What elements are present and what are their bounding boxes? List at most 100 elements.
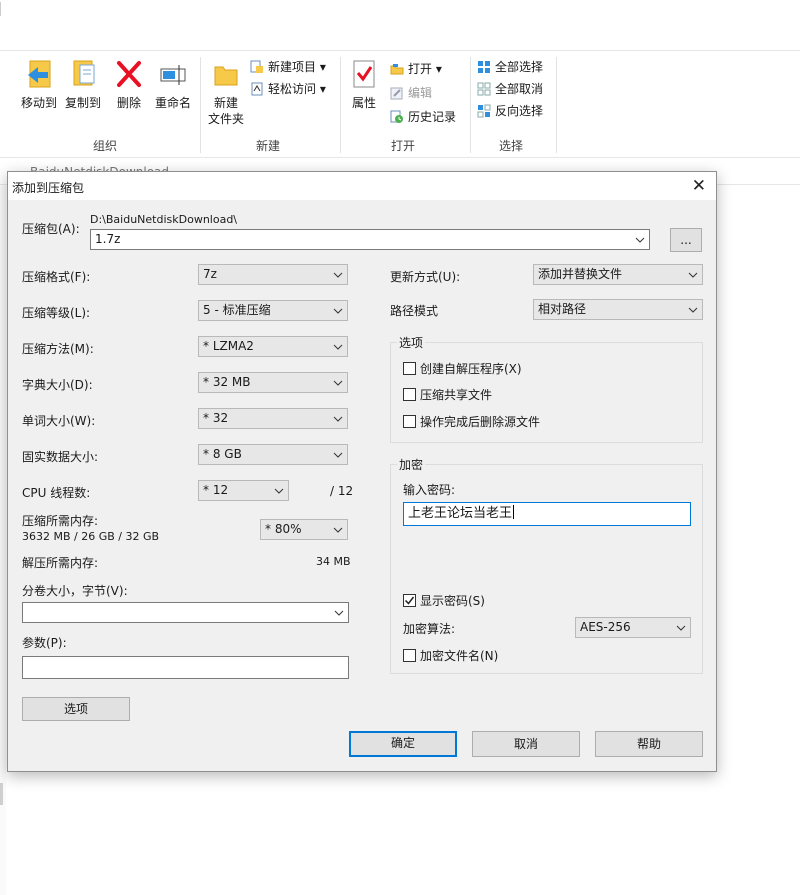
dict-label: 字典大小(D):	[22, 378, 93, 392]
mem-percent-select[interactable]: * 80%	[260, 519, 348, 540]
archive-path: D:\BaiduNetdiskDownload\	[90, 213, 238, 226]
select-none-icon	[477, 82, 491, 96]
chevron-down-icon	[334, 610, 344, 616]
browse-button[interactable]: ...	[670, 228, 702, 252]
checkmark-icon	[404, 596, 415, 605]
new-item-button[interactable]: 新建项目 ▾	[250, 59, 326, 75]
properties-button[interactable]: 属性	[344, 57, 384, 133]
update-label: 更新方式(U):	[390, 270, 461, 284]
copy-to-icon	[73, 60, 95, 86]
format-select[interactable]: 7z	[198, 264, 348, 285]
delete-label: 删除	[116, 96, 141, 110]
ribbon-separator	[200, 57, 201, 153]
solid-value: * 8 GB	[203, 447, 242, 461]
params-label: 参数(P):	[22, 636, 67, 650]
word-select[interactable]: * 32	[198, 408, 348, 429]
open-button[interactable]: 打开 ▾	[390, 61, 442, 77]
dict-select[interactable]: * 32 MB	[198, 372, 348, 393]
split-combobox[interactable]	[22, 602, 349, 623]
copy-to-label: 复制到	[64, 96, 101, 110]
level-value: 5 - 标准压缩	[203, 303, 271, 317]
encryption-group-title: 加密	[397, 456, 426, 473]
window-top-fragment	[0, 2, 8, 16]
params-input[interactable]	[22, 656, 349, 679]
select-all-button[interactable]: 全部选择	[477, 59, 543, 75]
chevron-down-icon	[635, 237, 645, 243]
invert-selection-button[interactable]: 反向选择	[477, 103, 543, 119]
format-value: 7z	[203, 267, 217, 281]
ribbon-separator	[556, 57, 557, 153]
easy-access-button[interactable]: 轻松访问 ▾	[250, 81, 326, 97]
cancel-button[interactable]: 取消	[472, 731, 580, 757]
show-password-checkbox[interactable]: 显示密码(S)	[403, 594, 485, 608]
path-mode-select[interactable]: 相对路径	[533, 299, 703, 320]
threads-label: CPU 线程数:	[22, 486, 91, 500]
chevron-down-icon	[688, 307, 698, 313]
shared-files-label: 压缩共享文件	[420, 388, 493, 402]
move-to-button[interactable]: 移动到	[16, 57, 62, 127]
level-select[interactable]: 5 - 标准压缩	[198, 300, 348, 321]
rename-button[interactable]: 重命名	[150, 57, 196, 127]
solid-select[interactable]: * 8 GB	[198, 444, 348, 465]
encryption-method-value: AES-256	[580, 620, 631, 634]
options-button[interactable]: 选项	[22, 697, 130, 721]
archive-name-value: 1.7z	[95, 232, 121, 246]
password-input[interactable]: 上老王论坛当老王	[403, 502, 691, 526]
method-value: * LZMA2	[203, 339, 254, 353]
explorer-ribbon: 移动到 复制到 删除 重命名 组织 新建 文件夹 新建项目 ▾ 轻松访问 ▾ 新…	[0, 50, 800, 158]
history-icon	[390, 110, 403, 123]
shared-files-checkbox[interactable]: 压缩共享文件	[403, 388, 492, 402]
new-folder-icon	[214, 66, 238, 86]
update-select[interactable]: 添加并替换文件	[533, 264, 703, 285]
method-select[interactable]: * LZMA2	[198, 336, 348, 357]
mem-percent-value: * 80%	[265, 522, 302, 536]
dialog-title: 添加到压缩包	[12, 181, 85, 195]
properties-label: 属性	[351, 96, 376, 110]
show-password-label: 显示密码(S)	[420, 594, 485, 608]
add-to-archive-dialog: 添加到压缩包 ✕ 压缩包(A): D:\BaiduNetdiskDownload…	[7, 171, 717, 772]
update-value: 添加并替换文件	[538, 267, 623, 281]
level-label: 压缩等级(L):	[22, 306, 91, 320]
new-folder-button[interactable]: 新建 文件夹	[204, 57, 248, 133]
encryption-method-label: 加密算法:	[403, 622, 456, 636]
edit-button[interactable]: 编辑	[390, 85, 432, 101]
copy-to-button[interactable]: 复制到	[60, 57, 106, 127]
history-label: 历史记录	[408, 110, 457, 124]
mem-compress-value: 3632 MB / 26 GB / 32 GB	[22, 530, 160, 543]
delete-after-checkbox[interactable]: 操作完成后删除源文件	[403, 415, 540, 429]
ok-button[interactable]: 确定	[349, 731, 457, 757]
select-none-button[interactable]: 全部取消	[477, 81, 543, 97]
path-mode-value: 相对路径	[538, 302, 587, 316]
password-value: 上老王论坛当老王	[408, 506, 513, 521]
left-pane-marker	[0, 783, 3, 805]
new-folder-label-2: 文件夹	[207, 112, 244, 126]
method-label: 压缩方法(M):	[22, 342, 94, 356]
solid-label: 固实数据大小:	[22, 450, 99, 464]
delete-after-label: 操作完成后删除源文件	[420, 415, 541, 429]
encrypt-names-label: 加密文件名(N)	[420, 649, 499, 663]
checkbox-box	[403, 388, 416, 401]
rename-label: 重命名	[154, 96, 191, 110]
chevron-down-icon	[274, 488, 284, 494]
sfx-label: 创建自解压程序(X)	[420, 362, 522, 376]
encryption-groupbox: 加密 输入密码: 上老王论坛当老王 显示密码(S) 加密算法: AES-256 …	[390, 456, 703, 674]
threads-value: * 12	[203, 483, 229, 497]
help-button[interactable]: 帮助	[595, 731, 703, 757]
properties-icon	[353, 60, 375, 88]
window-top-strip	[0, 0, 800, 50]
mem-compress-label: 压缩所需内存:	[22, 514, 99, 528]
encrypt-names-checkbox[interactable]: 加密文件名(N)	[403, 649, 498, 663]
easy-access-icon	[251, 82, 263, 96]
threads-select[interactable]: * 12	[198, 480, 289, 501]
sfx-checkbox[interactable]: 创建自解压程序(X)	[403, 362, 522, 376]
history-button[interactable]: 历史记录	[390, 109, 456, 125]
select-none-label: 全部取消	[495, 82, 544, 96]
select-all-label: 全部选择	[495, 60, 544, 74]
ribbon-separator	[340, 57, 341, 153]
archive-name-combobox[interactable]: 1.7z	[90, 229, 650, 250]
delete-button[interactable]: 删除	[112, 57, 146, 127]
encryption-method-select[interactable]: AES-256	[575, 617, 691, 638]
close-icon[interactable]: ✕	[692, 176, 706, 196]
dialog-titlebar[interactable]: 添加到压缩包 ✕	[8, 172, 716, 200]
text-cursor	[513, 505, 515, 519]
